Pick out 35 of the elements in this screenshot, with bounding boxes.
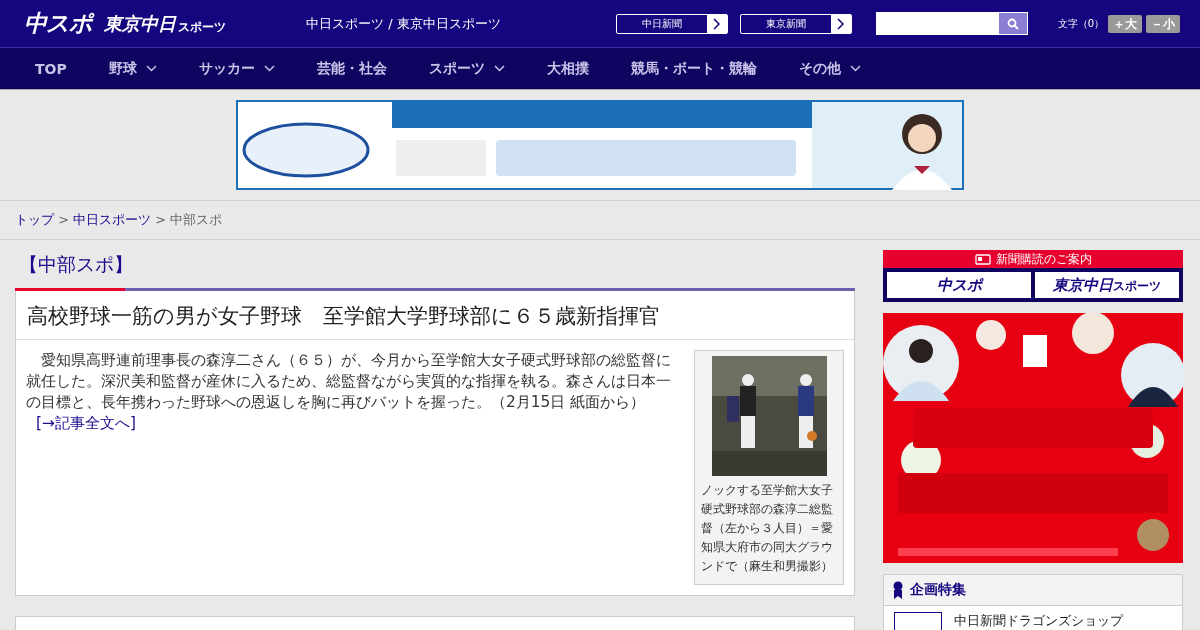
chevron-right-icon <box>712 17 721 30</box>
article-headline: 高校野球一筋の男が女子野球 至学館大学野球部に６５歳新指揮官 <box>16 291 854 340</box>
breadcrumb-link[interactable]: 中日スポーツ <box>73 212 152 227</box>
full-article-link[interactable]: [→記事全文へ] <box>36 414 136 432</box>
nav-item[interactable]: サッカー <box>183 59 290 78</box>
search-icon <box>1006 17 1019 30</box>
nav-item[interactable]: 競馬・ボート・競輪 <box>615 59 772 78</box>
site-tagline: 中日スポーツ / 東京中日スポーツ <box>306 14 501 33</box>
nav-item[interactable]: スポーツ <box>413 59 520 78</box>
nav-item[interactable]: TOP <box>20 60 82 77</box>
breadcrumb-separator: > <box>155 212 167 227</box>
chevron-right-icon <box>836 17 845 30</box>
search-button[interactable] <box>998 13 1027 34</box>
nav-item[interactable]: その他 <box>783 59 876 78</box>
nav-item[interactable]: 野球 <box>93 59 172 78</box>
breadcrumb-link[interactable]: トップ <box>15 212 54 227</box>
photo-caption: ノックする至学館大女子硬式野球部の森淳二総監督（左から３人目）＝愛知県大府市の同大グラウンドで（麻生和男撮影） <box>701 482 834 575</box>
award-ribbon-icon <box>892 581 904 599</box>
nav-item[interactable]: 大相撲 <box>531 59 604 78</box>
nav-item[interactable]: 芸能・社会 <box>301 59 402 78</box>
newspaper-logo[interactable]: 中スポ <box>887 272 1031 298</box>
search-field[interactable] <box>875 12 1028 35</box>
newspaper-link[interactable]: 中日新聞 <box>615 13 728 34</box>
feature-title: 企画特集 <box>910 581 966 599</box>
newspaper-link[interactable]: 東京新聞 <box>739 13 852 34</box>
newspaper-logo[interactable]: 東京中日スポーツ <box>1035 272 1179 298</box>
newspaper-icon <box>974 253 991 265</box>
feature-thumbnail[interactable] <box>894 612 942 630</box>
article-summary: 愛知県高野連前理事長の森淳二さん（６５）が、今月から至学館大女子硬式野球部の総監督に就任した。深沢美和監督が産休に入るため、総監督ながら実質的な指揮を執る。森さんは日本一の目標と、長年携わった野球への恩返しを胸に再びバットを握った。（2月15日 紙面から） [→記事全文へ] <box>26 350 672 434</box>
section-title: 【中部スポ】 <box>19 252 134 277</box>
text-size-label: 文字（0） <box>1057 16 1104 31</box>
subscription-title: 新聞購読のご案内 <box>995 251 1092 268</box>
breadcrumb-separator: > <box>58 212 70 227</box>
breadcrumb-current: 中部スポ <box>170 212 223 227</box>
sub-site-logo[interactable]: 東京中日スポーツ <box>104 11 226 36</box>
